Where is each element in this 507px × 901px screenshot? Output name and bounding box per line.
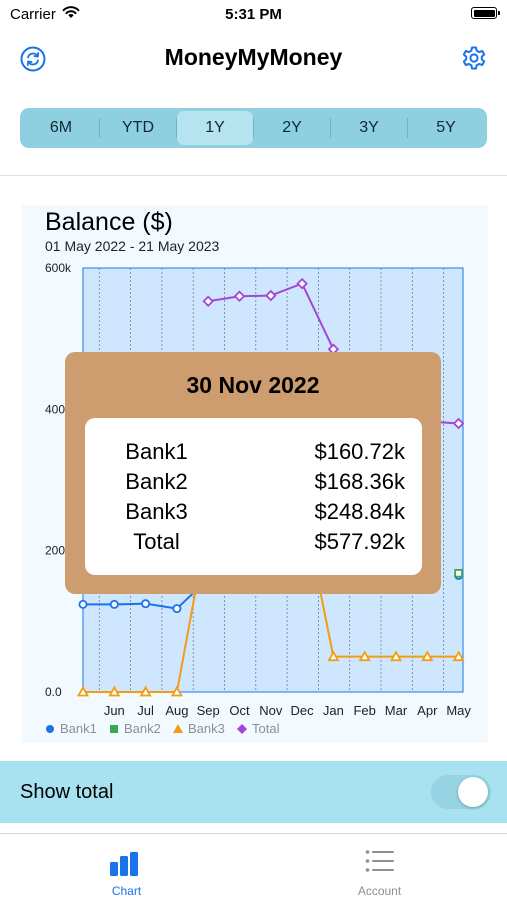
x-tick-label: May (446, 703, 471, 718)
x-tick-label: Dec (291, 703, 315, 718)
show-total-toggle[interactable] (431, 775, 491, 809)
tooltip-date: 30 Nov 2022 (186, 372, 320, 398)
tooltip-row: Bank3 $248.84k (85, 499, 422, 529)
x-tick-label: Feb (353, 703, 375, 718)
chart-tooltip: 30 Nov 2022 Bank1 $160.72k Bank2 $168.36k Ba… (65, 352, 441, 594)
battery-icon (471, 7, 500, 19)
period-option[interactable]: 5Y (408, 111, 484, 145)
x-tick-label: Jan (323, 703, 344, 718)
tooltip-series-value: $168.36k (314, 469, 405, 494)
chart-title: Balance ($) (45, 208, 173, 236)
period-option[interactable]: 3Y (331, 111, 407, 145)
tooltip-series-value: $160.72k (314, 439, 405, 464)
x-tick-label: Jul (137, 703, 154, 718)
tab-chart[interactable]: Chart (0, 834, 253, 901)
tooltip-series-name: Bank1 (125, 439, 188, 464)
data-point (454, 568, 463, 578)
divider (0, 175, 507, 176)
period-option[interactable]: 1Y (177, 111, 253, 145)
legend-marker (46, 725, 54, 733)
tooltip-series-value: $577.92k (314, 529, 405, 554)
x-tick-label: Nov (259, 703, 283, 718)
tab-account-label: Account (357, 884, 402, 898)
tooltip-series-name: Total (133, 529, 180, 554)
tab-account[interactable]: Account (253, 834, 506, 901)
x-tick-label: Aug (165, 703, 188, 718)
bar-chart-icon (109, 852, 138, 876)
data-point (78, 599, 88, 609)
tooltip-series-value: $248.84k (314, 499, 405, 524)
legend-label: Bank2 (124, 721, 161, 736)
show-total-row: Show total (0, 761, 507, 823)
x-tick-label: Apr (417, 703, 438, 718)
legend-marker (237, 724, 247, 734)
tab-bar: Chart Account (0, 833, 507, 901)
tab-chart-label: Chart (111, 884, 142, 898)
period-option[interactable]: YTD (100, 111, 176, 145)
toggle-knob (458, 777, 488, 807)
tooltip-row: Total $577.92k (85, 529, 422, 559)
legend-marker (110, 725, 118, 733)
data-point (172, 604, 182, 614)
app-title: MoneyMyMoney (164, 44, 343, 70)
y-tick-label: 600k (45, 261, 72, 275)
tooltip-series-name: Bank3 (125, 499, 188, 524)
y-tick-label: 0.0 (45, 685, 62, 699)
x-tick-label: Jun (104, 703, 125, 718)
show-total-label: Show total (20, 781, 114, 803)
legend-label: Total (252, 721, 280, 736)
gear-icon[interactable] (461, 45, 487, 71)
legend-label: Bank1 (60, 721, 97, 736)
data-point (109, 599, 119, 609)
period-option[interactable]: 6M (23, 111, 99, 145)
list-icon (365, 850, 394, 872)
legend-marker (173, 724, 183, 733)
data-point (141, 599, 151, 609)
nav-bar: MoneyMyMoney (0, 36, 507, 80)
x-tick-label: Mar (385, 703, 408, 718)
period-option[interactable]: 2Y (254, 111, 330, 145)
tooltip-row: Bank1 $160.72k (85, 439, 422, 469)
tooltip-body: Bank1 $160.72k Bank2 $168.36k Bank3 $248.84k T… (85, 418, 422, 575)
legend-label: Bank3 (188, 721, 225, 736)
tooltip-series-name: Bank2 (125, 469, 188, 494)
chart-subtitle: 01 May 2022 - 21 May 2023 (45, 238, 220, 254)
status-bar: Carrier 5:31 PM (0, 0, 507, 30)
period-selector: 6M YTD 1Y 2Y 3Y 5Y (20, 108, 487, 148)
tooltip-row: Bank2 $168.36k (85, 469, 422, 499)
x-tick-label: Sep (197, 703, 220, 718)
x-tick-label: Oct (229, 703, 250, 718)
clock: 5:31 PM (225, 6, 282, 23)
